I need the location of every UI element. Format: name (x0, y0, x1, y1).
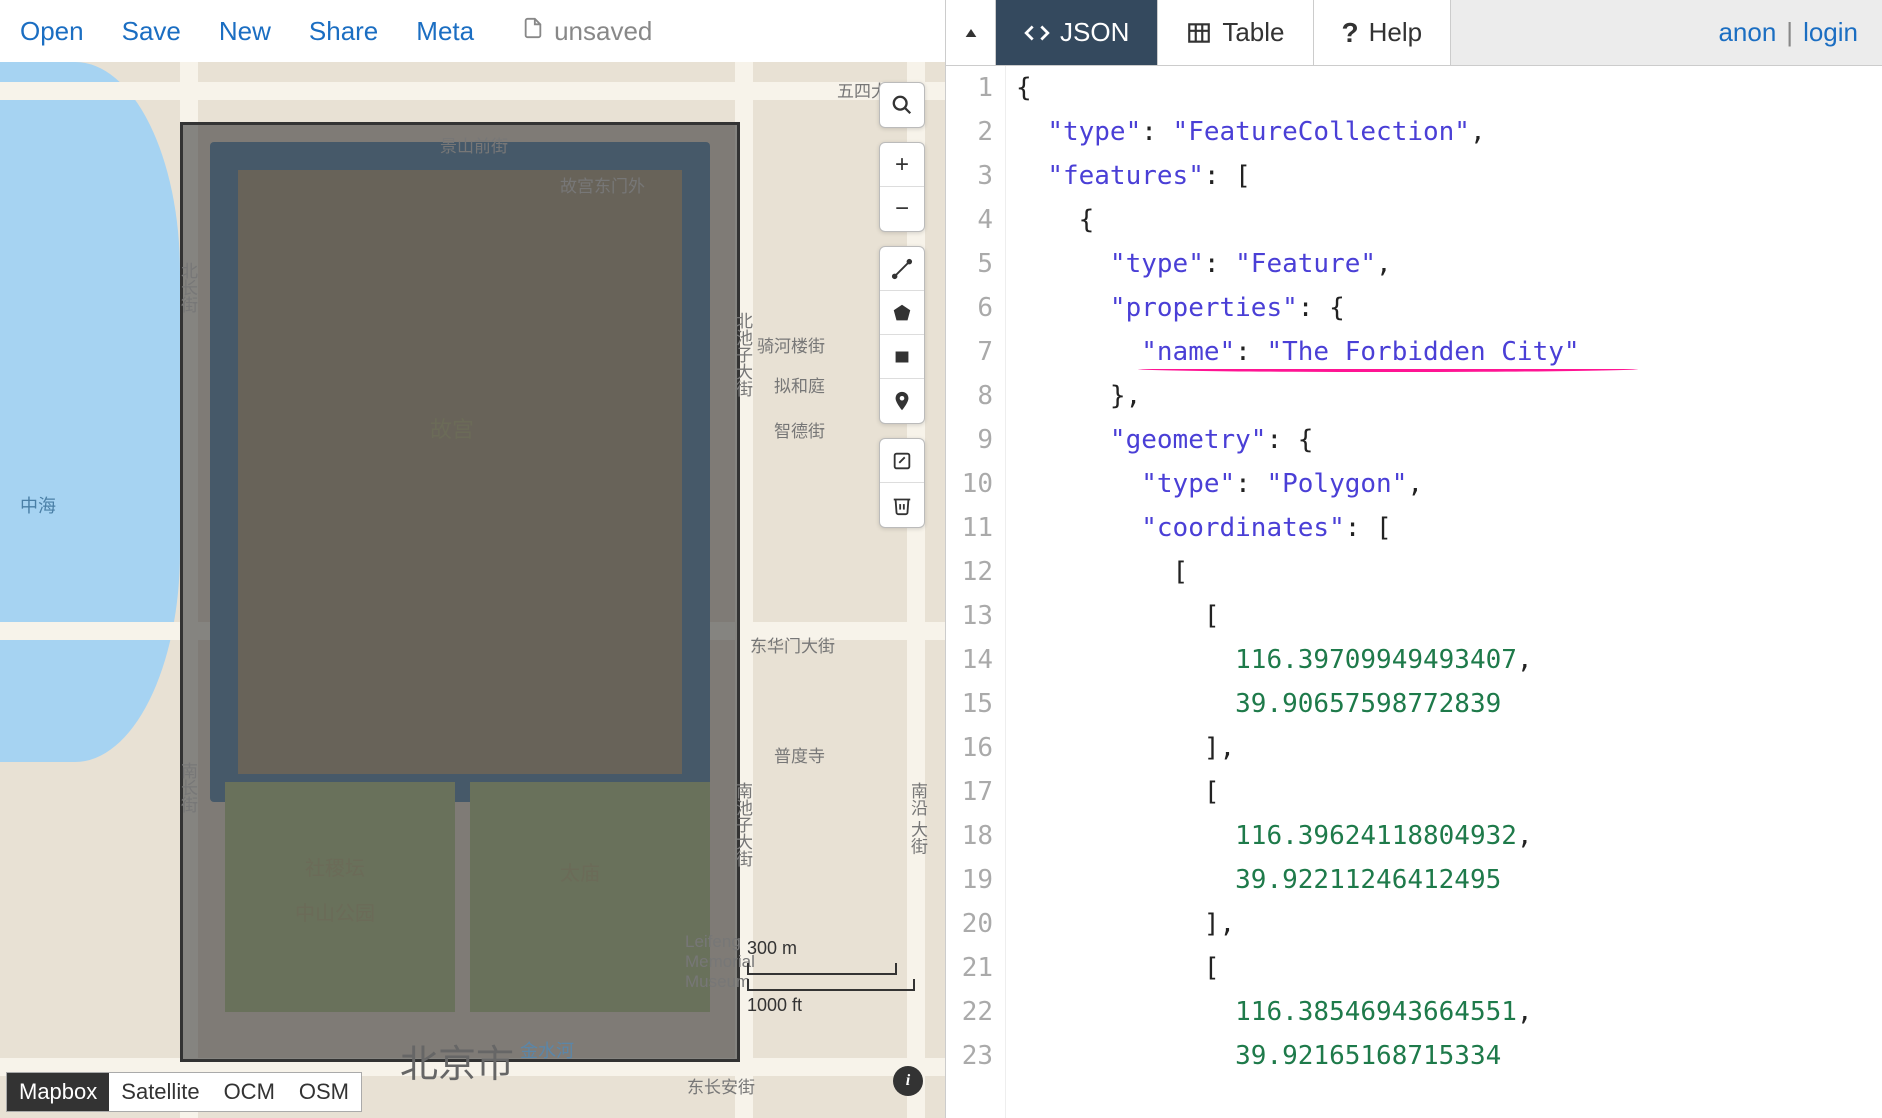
highlight-underline (1138, 366, 1638, 372)
scale-bar: 300 m 1000 ft (747, 938, 915, 1018)
layer-satellite[interactable]: Satellite (109, 1073, 211, 1111)
code-line[interactable]: "geometry": { (1016, 418, 1882, 462)
map-controls: + − (879, 82, 925, 528)
editor-pane: JSON Table ? Help anon | login 123456789… (945, 0, 1882, 1118)
tab-table-label: Table (1222, 17, 1284, 48)
layer-ocm[interactable]: OCM (212, 1073, 287, 1111)
menu-share[interactable]: Share (309, 16, 378, 47)
scale-metric: 300 m (747, 938, 915, 959)
river-label: 金水河 (520, 1037, 574, 1063)
auth-login[interactable]: login (1803, 17, 1858, 48)
park-label: 中山公园 (295, 897, 375, 926)
code-line[interactable]: 39.92211246412495 (1016, 858, 1882, 902)
menu-save[interactable]: Save (122, 16, 181, 47)
water-body (0, 62, 180, 762)
auth-anon[interactable]: anon (1718, 17, 1776, 48)
code-editor[interactable]: 1234567891011121314151617181920212223 { … (946, 66, 1882, 1118)
geojson-polygon[interactable] (180, 122, 740, 1062)
code-line[interactable]: { (1016, 66, 1882, 110)
code-line[interactable]: 39.90657598772839 (1016, 682, 1882, 726)
code-content[interactable]: { "type": "FeatureCollection", "features… (1006, 66, 1882, 1118)
road (0, 82, 945, 100)
top-menu: Open Save New Share Meta unsaved (0, 0, 945, 62)
menu-new[interactable]: New (219, 16, 271, 47)
file-status-text: unsaved (554, 16, 652, 47)
code-line[interactable]: "type": "Polygon", (1016, 462, 1882, 506)
draw-rectangle-button[interactable] (880, 335, 924, 379)
file-icon (522, 14, 544, 49)
map-canvas[interactable]: 中海 景山前街 故宫东门外 五四大街 骑河楼街 拟和庭 智德街 东华门大街 普度… (0, 62, 945, 1118)
map-label: 北长街 (175, 262, 200, 313)
map-label: 南长街 (175, 762, 200, 813)
code-line[interactable]: "name": "The Forbidden City" (1016, 330, 1882, 374)
delete-button[interactable] (880, 483, 924, 527)
code-line[interactable]: "properties": { (1016, 286, 1882, 330)
auth-area: anon | login (1694, 0, 1882, 65)
zoom-out-button[interactable]: − (880, 187, 924, 231)
tab-help-label: Help (1369, 17, 1422, 48)
code-line[interactable]: "type": "FeatureCollection", (1016, 110, 1882, 154)
tab-table[interactable]: Table (1158, 0, 1313, 65)
map-label: 东华门大街 (750, 632, 835, 657)
map-label: 东长安街 (687, 1073, 755, 1098)
search-button[interactable] (880, 83, 924, 127)
code-line[interactable]: [ (1016, 550, 1882, 594)
code-line[interactable]: "type": "Feature", (1016, 242, 1882, 286)
map-label: 北池子大街 (730, 312, 755, 397)
map-label: 拟和庭 (774, 372, 825, 397)
code-line[interactable]: }, (1016, 374, 1882, 418)
collapse-button[interactable] (946, 0, 996, 65)
code-line[interactable]: 39.92165168715334 (1016, 1034, 1882, 1078)
map-label: 智德街 (774, 417, 825, 442)
tab-json[interactable]: JSON (996, 0, 1158, 65)
code-line[interactable]: "features": [ (1016, 154, 1882, 198)
menu-meta[interactable]: Meta (416, 16, 474, 47)
tab-json-label: JSON (1060, 17, 1129, 48)
layer-switcher: Mapbox Satellite OCM OSM (6, 1072, 362, 1112)
menu-open[interactable]: Open (20, 16, 84, 47)
map-label: 景山前街 (440, 132, 508, 157)
map-label: 故宫东门外 (560, 172, 645, 197)
code-line[interactable]: [ (1016, 770, 1882, 814)
code-line[interactable]: 116.38546943664551, (1016, 990, 1882, 1034)
park-label: 太庙 (560, 857, 600, 886)
code-line[interactable]: 116.39624118804932, (1016, 814, 1882, 858)
auth-separator: | (1786, 17, 1793, 48)
draw-polygon-button[interactable] (880, 291, 924, 335)
info-button[interactable]: i (893, 1066, 923, 1096)
draw-marker-button[interactable] (880, 379, 924, 423)
editor-tabs: JSON Table ? Help anon | login (946, 0, 1882, 66)
code-line[interactable]: [ (1016, 946, 1882, 990)
scale-imperial: 1000 ft (747, 995, 915, 1016)
edit-button[interactable] (880, 439, 924, 483)
code-line[interactable]: [ (1016, 594, 1882, 638)
code-line[interactable]: "coordinates": [ (1016, 506, 1882, 550)
help-icon: ? (1342, 17, 1359, 49)
line-gutter: 1234567891011121314151617181920212223 (946, 66, 1006, 1118)
palace-label: 故宫 (430, 412, 474, 444)
layer-mapbox[interactable]: Mapbox (7, 1073, 109, 1111)
map-label: 南池子大街 (730, 782, 755, 867)
code-line[interactable]: ], (1016, 726, 1882, 770)
map-label: 普度寺 (774, 742, 825, 767)
layer-osm[interactable]: OSM (287, 1073, 361, 1111)
park-label: 社稷坛 (305, 852, 365, 881)
zoom-in-button[interactable]: + (880, 143, 924, 187)
map-label: 骑河楼街 (757, 332, 825, 357)
tab-help[interactable]: ? Help (1314, 0, 1452, 65)
water-label: 中海 (20, 492, 56, 518)
map-label: 南沿 大街 (905, 782, 930, 855)
code-line[interactable]: { (1016, 198, 1882, 242)
code-line[interactable]: 116.39709949493407, (1016, 638, 1882, 682)
city-label: 北京市 (400, 1033, 514, 1088)
code-line[interactable]: ], (1016, 902, 1882, 946)
draw-line-button[interactable] (880, 247, 924, 291)
map-pane: Open Save New Share Meta unsaved 中海 景山前街… (0, 0, 945, 1118)
file-status: unsaved (522, 14, 652, 49)
